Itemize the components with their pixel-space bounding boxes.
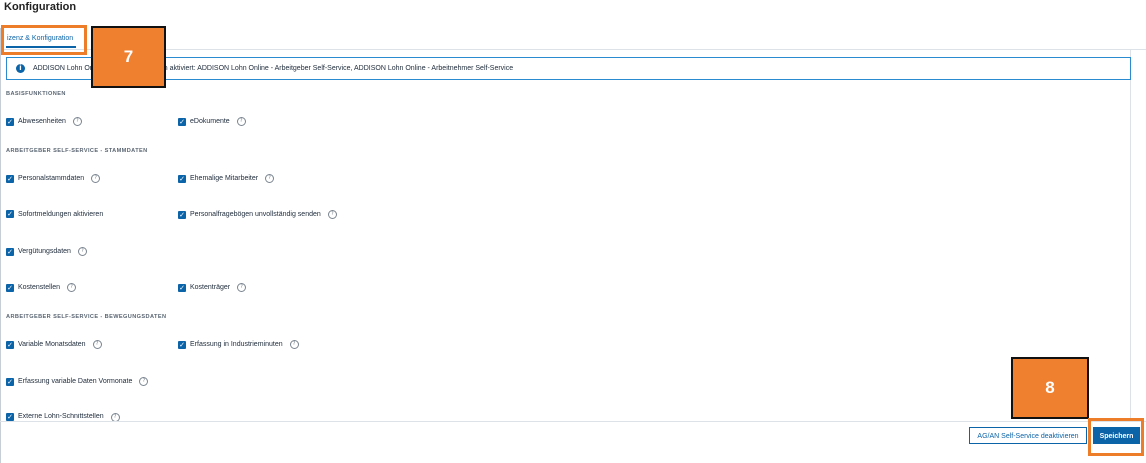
checkbox-checked-icon[interactable]: ✓ [6,377,14,386]
checkbox-checked-icon[interactable]: ✓ [6,247,14,256]
checkbox-checked-icon[interactable]: ✓ [178,340,186,349]
step-marker-7: 7 [91,26,166,88]
checkbox-label: Variable Monatsdaten [18,341,86,348]
help-icon[interactable]: ? [91,174,101,183]
checkbox-label: Personalstammdaten [18,175,85,182]
checkbox-checked-icon[interactable]: ✓ [6,283,14,292]
deactivate-self-service-button[interactable]: AG/AN Self-Service deaktivieren [969,427,1087,444]
section-heading-bewegungsdaten: ARBEITGEBER SELF-SERVICE - BEWEGUNGSDATE… [6,314,167,320]
checkbox-label: Erfassung variable Daten Vormonate [18,378,133,385]
help-icon[interactable]: ? [236,117,246,126]
help-icon[interactable]: ? [77,247,87,256]
checkbox-label: Abwesenheiten [18,118,66,125]
checkbox-erfassung-vormonate[interactable]: ✓ Erfassung variable Daten Vormonate ? [6,377,149,386]
checkbox-verguetungsdaten[interactable]: ✓ Vergütungsdaten ? [6,247,87,256]
help-icon[interactable]: ? [110,413,120,421]
help-icon[interactable]: ? [265,174,275,183]
section-heading-basisfunktionen: BASISFUNKTIONEN [6,91,66,97]
help-icon[interactable]: ? [92,340,102,349]
license-info-banner: i ADDISON Lohn Online: Folgende Lizenzen… [6,57,1131,80]
checkbox-checked-icon[interactable]: ✓ [178,283,186,292]
checkbox-personalfrageboegen[interactable]: ✓ Personalfragebögen unvollständig sende… [178,210,337,219]
help-icon[interactable]: ? [327,210,337,219]
help-icon[interactable]: ? [67,283,77,292]
footer-divider [0,421,1146,422]
checkbox-label: Personalfragebögen unvollständig senden [190,211,321,218]
page-title: Konfiguration [4,1,77,13]
content-scroll-border [1130,49,1131,421]
checkbox-label: eDokumente [190,118,230,125]
help-icon[interactable]: ? [139,377,149,386]
checkbox-edokumente[interactable]: ✓ eDokumente ? [178,117,246,126]
checkbox-checked-icon[interactable]: ✓ [6,210,14,218]
step-marker-8: 8 [1011,357,1089,419]
panel-left-border [0,28,1,463]
checkbox-sofortmeldungen[interactable]: ✓ Sofortmeldungen aktivieren [6,210,103,218]
info-icon: i [16,64,25,73]
checkbox-label: Sofortmeldungen aktivieren [18,210,104,218]
highlight-frame-tab [1,25,87,55]
checkbox-checked-icon[interactable]: ✓ [6,340,14,349]
checkbox-industrieminuten[interactable]: ✓ Erfassung in Industrieminuten ? [178,340,299,349]
checkbox-label: Ehemalige Mitarbeiter [190,175,259,182]
checkbox-abwesenheiten[interactable]: ✓ Abwesenheiten ? [6,117,82,126]
help-icon[interactable]: ? [289,340,299,349]
checkbox-checked-icon[interactable]: ✓ [178,174,186,183]
help-icon[interactable]: ? [237,283,247,292]
checkbox-kostentraeger[interactable]: ✓ Kostenträger ? [178,283,247,292]
checkbox-ehemalige-mitarbeiter[interactable]: ✓ Ehemalige Mitarbeiter ? [178,174,275,183]
checkbox-kostenstellen[interactable]: ✓ Kostenstellen ? [6,283,77,292]
checkbox-variable-monatsdaten[interactable]: ✓ Variable Monatsdaten ? [6,340,102,349]
tab-bar: izenz & Konfiguration [0,27,1146,50]
checkbox-label: Kostenträger [190,284,231,291]
highlight-frame-save [1088,418,1144,456]
checkbox-label: Externe Lohn-Schnittstellen [18,413,104,420]
checkbox-checked-icon[interactable]: ✓ [6,413,14,421]
checkbox-label: Erfassung in Industrieminuten [190,341,283,348]
checkbox-label: Kostenstellen [18,284,61,291]
checkbox-checked-icon[interactable]: ✓ [6,117,14,126]
section-heading-stammdaten: ARBEITGEBER SELF-SERVICE - STAMMDATEN [6,148,148,154]
checkbox-personalstammdaten[interactable]: ✓ Personalstammdaten ? [6,174,101,183]
checkbox-checked-icon[interactable]: ✓ [6,174,14,183]
checkbox-checked-icon[interactable]: ✓ [178,210,186,219]
checkbox-checked-icon[interactable]: ✓ [178,117,186,126]
help-icon[interactable]: ? [72,117,82,126]
checkbox-label: Vergütungsdaten [18,248,71,255]
checkbox-externe-schnittstellen[interactable]: ✓ Externe Lohn-Schnittstellen ? [6,413,120,421]
